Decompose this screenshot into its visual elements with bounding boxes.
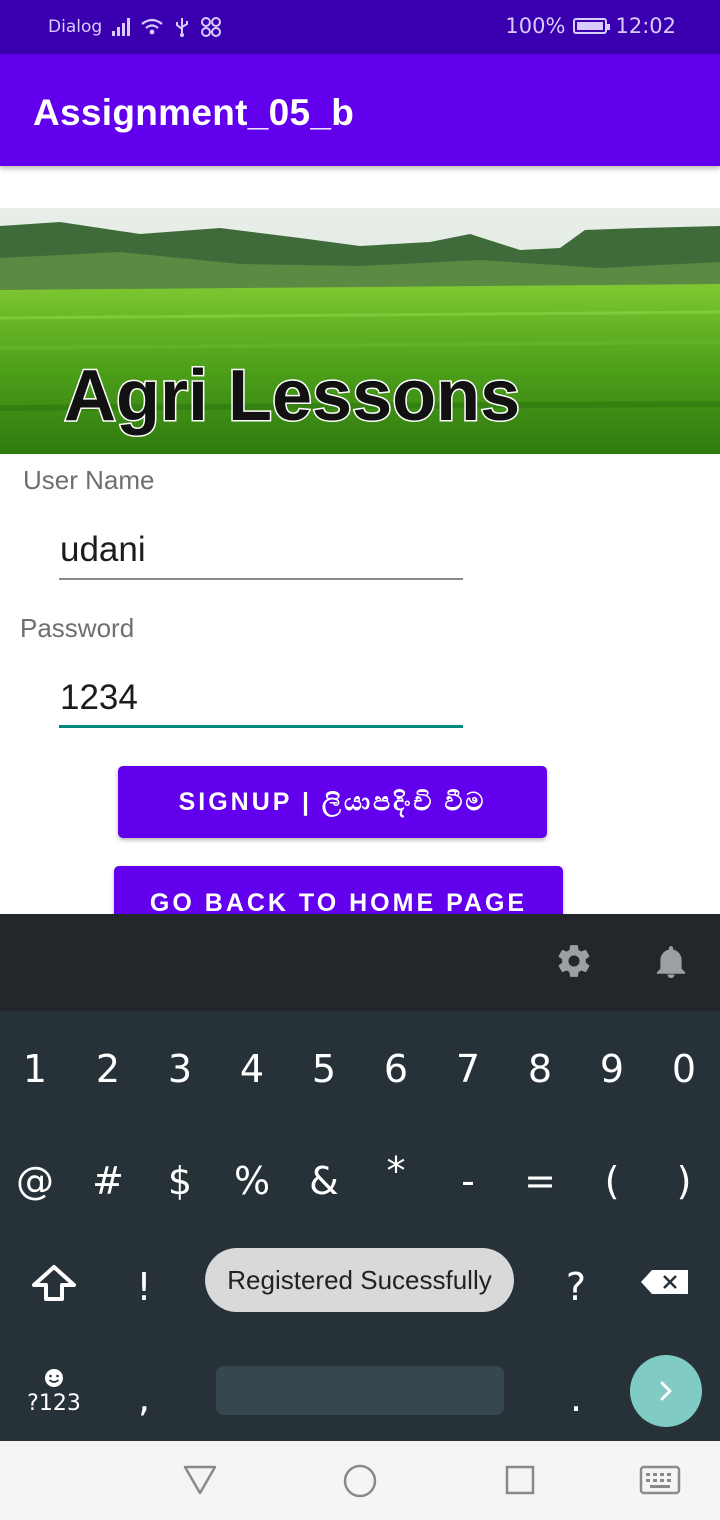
triangle-back-icon[interactable] (182, 1463, 218, 1497)
password-value: 1234 (60, 678, 138, 717)
accessibility-icon (201, 17, 222, 37)
key-period[interactable]: . (546, 1376, 606, 1420)
signal-icon (112, 18, 131, 36)
enter-key[interactable] (630, 1355, 702, 1427)
key-dollar[interactable]: $ (150, 1159, 210, 1203)
password-label: Password (20, 613, 135, 643)
bell-icon[interactable] (654, 942, 688, 980)
key-open-paren[interactable]: ( (582, 1159, 642, 1203)
clock: 12:02 (615, 14, 676, 38)
username-underline (59, 578, 463, 580)
carrier-name: Dialog (48, 17, 103, 37)
status-bar: Dialog 100% 12:02 (0, 0, 720, 54)
space-bar[interactable] (216, 1366, 504, 1415)
keyboard-toolbar (0, 914, 720, 1011)
username-value: udani (60, 530, 146, 569)
key-0[interactable]: 0 (654, 1047, 714, 1091)
symbols-key[interactable]: ?123 (14, 1391, 94, 1416)
key-close-paren[interactable]: ) (654, 1159, 714, 1203)
username-label: User Name (23, 465, 155, 495)
username-field[interactable]: udani (59, 524, 463, 580)
square-recent-icon[interactable] (504, 1464, 536, 1496)
keyboard: 1 2 3 4 5 6 7 8 9 0 @ # $ % & * - = ( ) … (0, 1011, 720, 1441)
key-hash[interactable]: # (78, 1159, 138, 1203)
keyboard-icon[interactable] (639, 1465, 681, 1495)
key-7[interactable]: 7 (438, 1047, 498, 1091)
key-comma[interactable]: , (114, 1376, 174, 1420)
backspace-icon[interactable] (640, 1269, 690, 1295)
battery-percent: 100% (505, 14, 566, 38)
key-2[interactable]: 2 (78, 1047, 138, 1091)
app-title: Assignment_05_b (33, 92, 355, 133)
key-ampersand[interactable]: & (294, 1159, 354, 1203)
banner-text: Agri Lessons (64, 356, 520, 436)
usb-icon (176, 18, 189, 37)
key-minus[interactable]: - (438, 1159, 498, 1203)
emoji-icon (45, 1369, 63, 1387)
signup-button[interactable]: SIGNUP | ලියාපදිංචි වීම (118, 766, 547, 838)
gear-icon[interactable] (555, 942, 593, 980)
app-bar: Assignment_05_b (0, 54, 720, 166)
password-field[interactable]: 1234 (59, 672, 463, 728)
key-equals[interactable]: = (510, 1159, 570, 1203)
agri-lessons-banner: Agri Lessons (0, 208, 720, 454)
key-5[interactable]: 5 (294, 1047, 354, 1091)
shift-icon[interactable] (30, 1263, 78, 1303)
key-at[interactable]: @ (5, 1159, 65, 1203)
key-asterisk[interactable]: * (366, 1149, 426, 1193)
key-6[interactable]: 6 (366, 1047, 426, 1091)
key-percent[interactable]: % (222, 1159, 282, 1203)
key-exclamation[interactable]: ! (114, 1265, 174, 1309)
toast-message: Registered Sucessfully (205, 1248, 514, 1312)
circle-home-icon[interactable] (342, 1463, 378, 1499)
navigation-bar (0, 1441, 720, 1520)
key-3[interactable]: 3 (150, 1047, 210, 1091)
chevron-right-icon (660, 1381, 672, 1401)
password-underline (59, 725, 463, 728)
key-1[interactable]: 1 (5, 1047, 65, 1091)
key-8[interactable]: 8 (510, 1047, 570, 1091)
battery-icon (573, 18, 611, 34)
key-4[interactable]: 4 (222, 1047, 282, 1091)
key-question[interactable]: ? (546, 1265, 606, 1309)
key-9[interactable]: 9 (582, 1047, 642, 1091)
wifi-icon (141, 18, 163, 35)
